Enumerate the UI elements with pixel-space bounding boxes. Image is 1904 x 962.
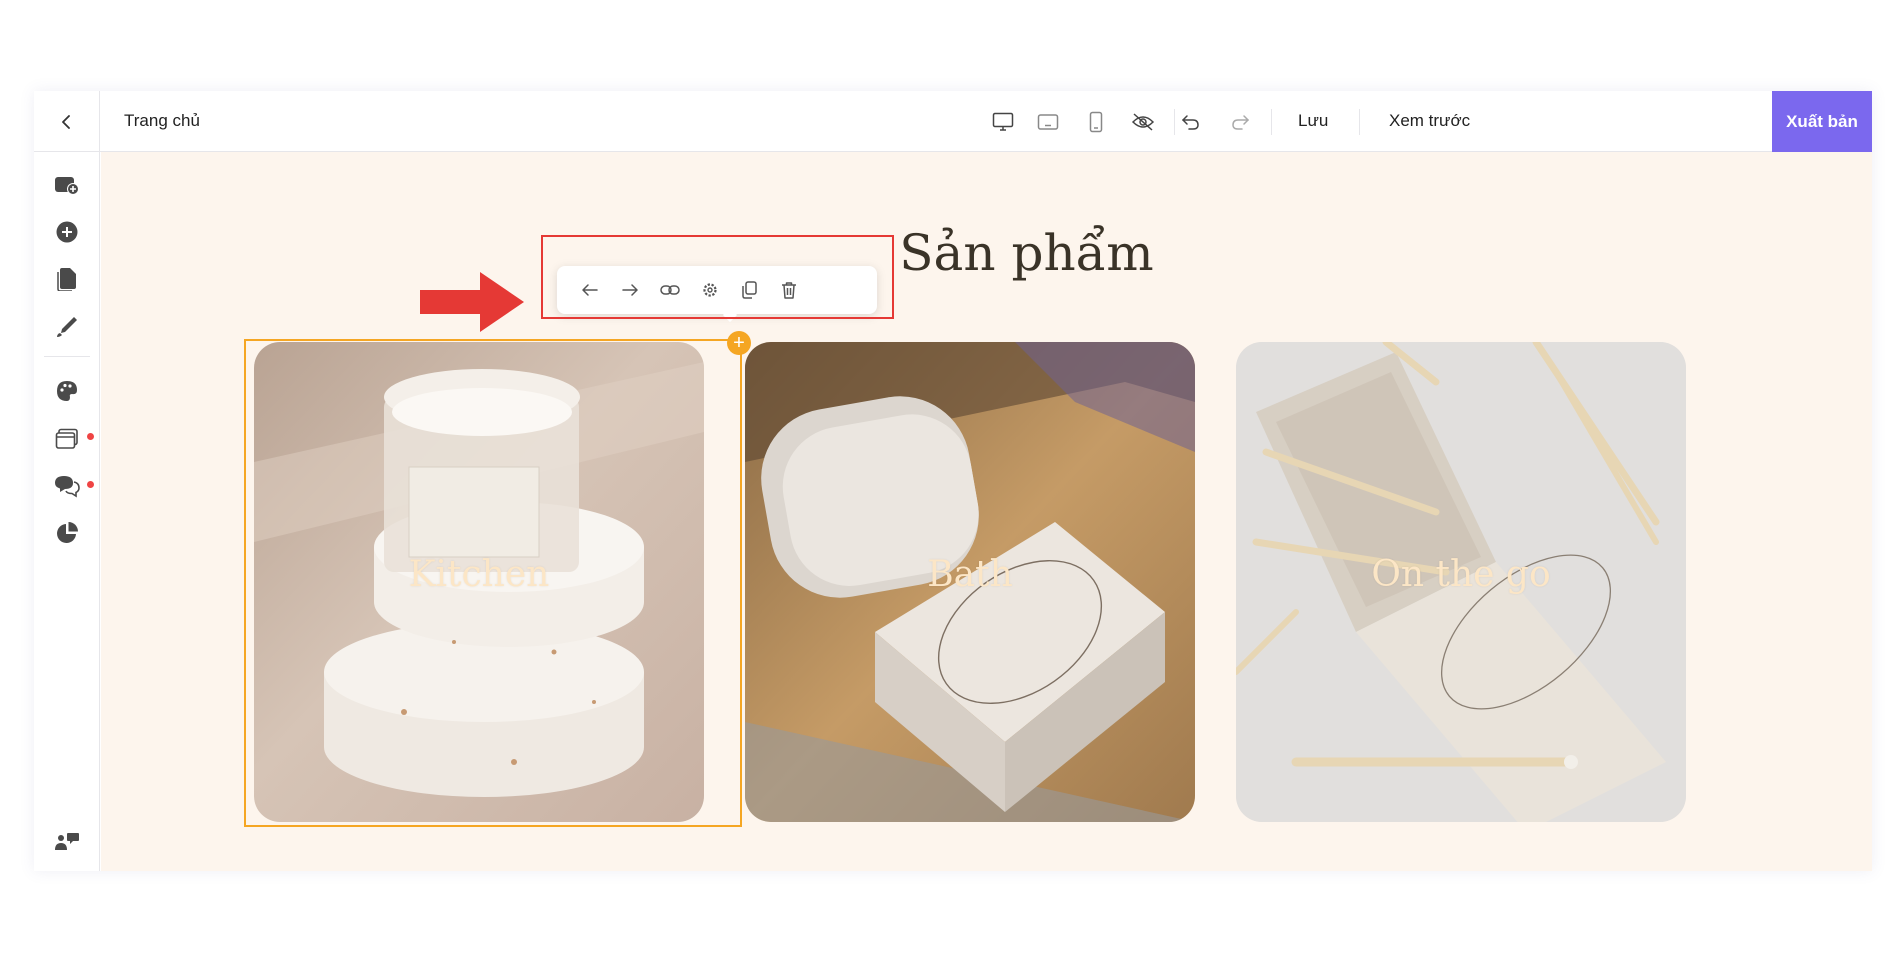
notification-dot	[87, 481, 94, 488]
card-label: Bath	[927, 554, 1013, 595]
product-card-on-the-go[interactable]: On the go	[1236, 342, 1686, 822]
annotation-arrow	[420, 272, 524, 332]
link-icon	[660, 285, 680, 295]
editor-window: Trang chủ Lưu Xem trước Xuất bản Sản phẩ…	[34, 91, 1872, 871]
page-canvas[interactable]: Sản phẩm Kitchen Bath On the go +	[101, 152, 1872, 871]
delete-tool[interactable]	[775, 276, 803, 304]
section-title[interactable]: Sản phẩm	[101, 224, 1872, 282]
product-card-kitchen[interactable]: Kitchen	[254, 342, 704, 822]
top-bar: Trang chủ Lưu Xem trước Xuất bản	[34, 91, 1872, 152]
duplicate-tool[interactable]	[735, 276, 763, 304]
settings-tool[interactable]	[696, 276, 724, 304]
undo-icon[interactable]	[1177, 108, 1205, 136]
plus-circle-icon[interactable]	[52, 217, 82, 247]
arrow-left-icon	[582, 284, 598, 296]
move-left-tool[interactable]	[576, 276, 604, 304]
move-right-tool[interactable]	[616, 276, 644, 304]
element-toolbar	[557, 266, 877, 323]
left-sidebar	[34, 152, 100, 871]
link-tool[interactable]	[656, 276, 684, 304]
hide-elements-icon[interactable]	[1129, 108, 1157, 136]
layers-icon[interactable]	[52, 424, 82, 454]
publish-button[interactable]: Xuất bản	[1772, 91, 1872, 152]
community-icon[interactable]	[52, 827, 82, 857]
toolbar-pointer	[722, 307, 738, 323]
redo-icon[interactable]	[1226, 108, 1254, 136]
card-label: On the go	[1371, 554, 1551, 595]
tablet-view-icon[interactable]	[1034, 108, 1062, 136]
add-page-icon[interactable]	[52, 170, 82, 200]
preview-button[interactable]: Xem trước	[1389, 111, 1470, 131]
settings-icon	[703, 283, 717, 297]
pages-icon[interactable]	[52, 264, 82, 294]
mobile-view-icon[interactable]	[1082, 108, 1110, 136]
desktop-view-icon[interactable]	[989, 108, 1017, 136]
product-card-bath[interactable]: Bath	[745, 342, 1195, 822]
duplicate-icon	[742, 281, 757, 299]
chat-icon[interactable]	[52, 471, 82, 501]
pie-chart-icon[interactable]	[52, 518, 82, 548]
chevron-left-icon	[61, 114, 70, 129]
palette-icon[interactable]	[52, 376, 82, 406]
back-button[interactable]	[34, 91, 100, 152]
arrow-right-icon	[622, 284, 638, 296]
add-element-handle[interactable]: +	[727, 331, 751, 355]
save-button[interactable]: Lưu	[1298, 111, 1328, 131]
trash-icon	[782, 282, 796, 299]
page-name[interactable]: Trang chủ	[124, 111, 200, 131]
brush-icon[interactable]	[52, 312, 82, 342]
card-label: Kitchen	[408, 554, 550, 595]
notification-dot	[87, 433, 94, 440]
